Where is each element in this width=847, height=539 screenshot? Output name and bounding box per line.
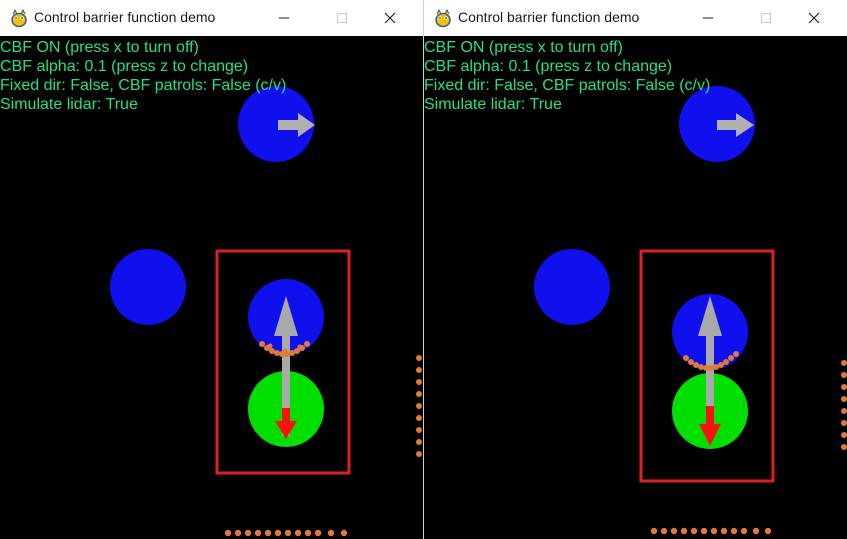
close-icon bbox=[384, 12, 396, 24]
close-button[interactable] bbox=[791, 0, 837, 36]
maximize-icon bbox=[761, 13, 771, 23]
lidar-points-wall-bottom bbox=[650, 527, 772, 535]
hud-fixed-dir: Fixed dir: False, CBF patrols: False (c/… bbox=[424, 77, 711, 94]
demo-window-right: Control barrier function demo CBF ON (pr… bbox=[424, 0, 847, 539]
hud-simulate-lidar: Simulate lidar: True bbox=[0, 96, 138, 113]
pygame-snake-icon bbox=[435, 8, 451, 28]
hud-text: CBF ON (press x to turn off) CBF alpha: … bbox=[0, 38, 286, 114]
hud-cbf-alpha: CBF alpha: 0.1 (press z to change) bbox=[0, 58, 249, 75]
close-button[interactable] bbox=[367, 0, 413, 36]
close-icon bbox=[808, 12, 820, 24]
title-bar[interactable]: Control barrier function demo bbox=[0, 0, 423, 36]
hud-text: CBF ON (press x to turn off) CBF alpha: … bbox=[424, 38, 710, 114]
title-bar[interactable]: Control barrier function demo bbox=[424, 0, 847, 36]
minimize-icon bbox=[279, 17, 289, 19]
window-title: Control barrier function demo bbox=[34, 9, 216, 25]
lidar-points-wall-bottom bbox=[224, 529, 348, 537]
hud-cbf-alpha: CBF alpha: 0.1 (press z to change) bbox=[424, 58, 673, 75]
hud-cbf-status: CBF ON (press x to turn off) bbox=[0, 39, 199, 56]
minimize-icon bbox=[703, 17, 713, 19]
simulation-canvas[interactable]: CBF ON (press x to turn off) CBF alpha: … bbox=[0, 36, 423, 539]
pygame-snake-icon bbox=[11, 8, 27, 28]
demo-window-left: Control barrier function demo CBF ON (pr… bbox=[0, 0, 423, 539]
maximize-button bbox=[743, 0, 789, 36]
simulation-canvas[interactable]: CBF ON (press x to turn off) CBF alpha: … bbox=[424, 36, 847, 539]
maximize-icon bbox=[337, 13, 347, 23]
window-title: Control barrier function demo bbox=[458, 9, 640, 25]
minimize-button[interactable] bbox=[685, 0, 731, 36]
hud-fixed-dir: Fixed dir: False, CBF patrols: False (c/… bbox=[0, 77, 287, 94]
static-obstacle bbox=[110, 249, 186, 325]
lidar-points-wall-right bbox=[416, 355, 422, 457]
static-obstacle bbox=[534, 249, 610, 325]
hud-cbf-status: CBF ON (press x to turn off) bbox=[424, 39, 623, 56]
minimize-button[interactable] bbox=[261, 0, 307, 36]
hud-simulate-lidar: Simulate lidar: True bbox=[424, 96, 562, 113]
lidar-points-wall-right bbox=[841, 360, 847, 450]
maximize-button bbox=[319, 0, 365, 36]
